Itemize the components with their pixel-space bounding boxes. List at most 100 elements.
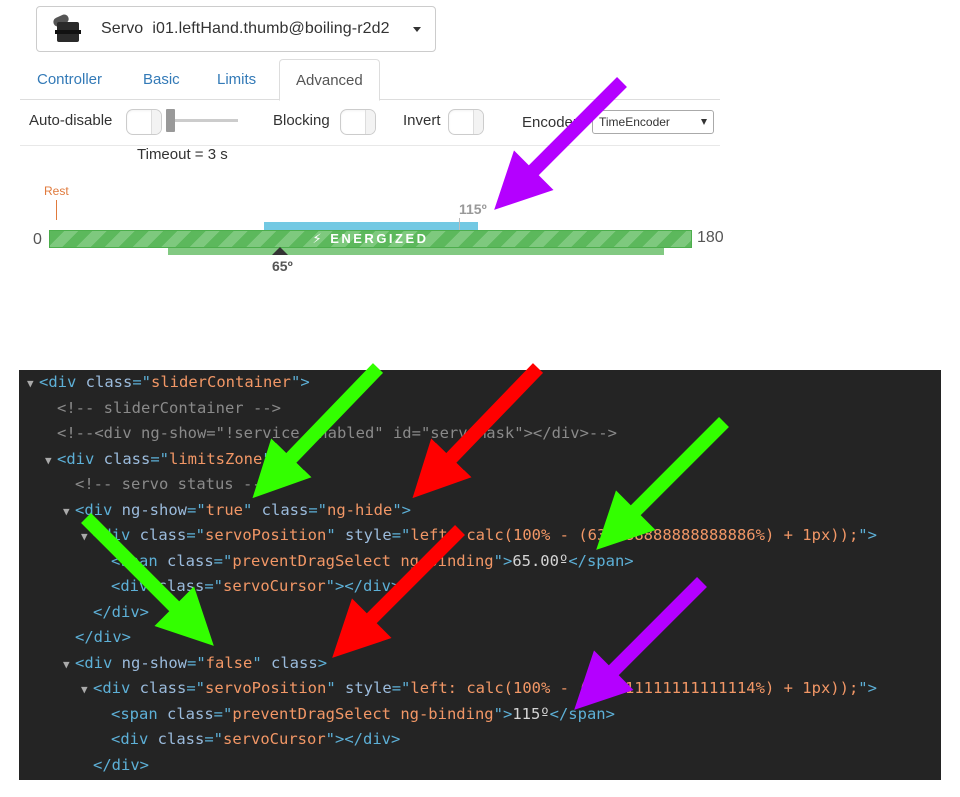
code-token: class bbox=[261, 500, 309, 519]
blocking-toggle[interactable] bbox=[340, 109, 376, 135]
code-token: <div bbox=[39, 373, 86, 391]
code-token: <div bbox=[93, 526, 140, 544]
tab-controller[interactable]: Controller bbox=[21, 59, 118, 100]
code-token: preventDragSelect ng-binding bbox=[232, 704, 494, 723]
code-token: preventDragSelect ng-binding bbox=[232, 551, 494, 570]
expand-triangle-icon[interactable]: ▼ bbox=[81, 677, 93, 702]
servo-position-slider[interactable]: Rest 115º 0 ⚡ ENERGIZED 180 65º bbox=[0, 180, 760, 280]
code-token: class bbox=[167, 704, 214, 723]
code-token: =" bbox=[391, 679, 411, 697]
code-token: class bbox=[103, 449, 151, 468]
code-line[interactable]: ▼ <div ng-show="true" class="ng-hide"> bbox=[63, 498, 411, 523]
code-token: <div bbox=[75, 653, 122, 672]
code-token: "> bbox=[392, 500, 412, 519]
chevron-down-icon bbox=[701, 119, 707, 125]
code-token: =" bbox=[213, 551, 233, 570]
code-token: servoCursor bbox=[223, 730, 326, 748]
expand-triangle-icon[interactable]: ▼ bbox=[63, 499, 75, 524]
tab-advanced[interactable]: Advanced bbox=[279, 59, 380, 101]
code-token: style bbox=[345, 679, 392, 697]
code-line[interactable]: <span class="preventDragSelect ng-bindin… bbox=[99, 702, 615, 727]
code-token: </div> bbox=[93, 602, 149, 621]
code-token: ng-show bbox=[121, 500, 187, 519]
code-token: class bbox=[85, 373, 133, 391]
expand-triangle-icon[interactable]: ▼ bbox=[27, 371, 39, 396]
code-line[interactable]: <!-- servo status --> bbox=[63, 472, 271, 497]
code-token: class bbox=[157, 577, 205, 595]
auto-disable-toggle[interactable] bbox=[126, 109, 162, 135]
code-line[interactable]: </div> bbox=[81, 753, 149, 778]
code-line[interactable]: <!-- sliderContainer --> bbox=[45, 396, 281, 421]
code-token: ng-hide bbox=[327, 500, 393, 519]
code-token: </span> bbox=[549, 704, 615, 723]
expand-triangle-icon[interactable]: ▼ bbox=[81, 524, 93, 549]
code-token: ng-show bbox=[121, 653, 187, 672]
servo-cursor[interactable] bbox=[272, 247, 288, 255]
timeout-slider[interactable] bbox=[166, 109, 238, 132]
timeout-text: Timeout = 3 s bbox=[137, 146, 228, 163]
code-token: class bbox=[167, 551, 214, 570]
auto-disable-label: Auto-disable bbox=[29, 112, 113, 129]
code-line[interactable]: ▼ <div class="limitsZone"> bbox=[45, 447, 281, 472]
code-token: sliderContainer bbox=[151, 373, 291, 391]
code-token: =" bbox=[187, 500, 206, 519]
energized-status: ⚡ ENERGIZED bbox=[312, 231, 429, 246]
invert-toggle[interactable] bbox=[448, 109, 484, 135]
code-line[interactable]: <span class="preventDragSelect ng-bindin… bbox=[99, 549, 634, 574]
servo-selector[interactable]: Servo i01.leftHand.thumb@boiling-r2d2 bbox=[36, 6, 436, 52]
code-token: </span> bbox=[568, 551, 634, 570]
min-limit-label: 0 bbox=[33, 231, 42, 248]
tab-basic[interactable]: Basic bbox=[127, 59, 196, 100]
code-token: </div> bbox=[93, 755, 149, 774]
code-line[interactable]: ▼ <div ng-show="false" class> bbox=[63, 651, 327, 676]
code-token: servoPosition bbox=[205, 679, 327, 697]
code-token: class bbox=[271, 653, 318, 672]
code-token: true bbox=[205, 500, 243, 519]
rest-label: Rest bbox=[44, 184, 69, 198]
code-token: false bbox=[205, 653, 253, 672]
code-token: =" bbox=[187, 653, 206, 672]
code-line[interactable]: </div> bbox=[63, 625, 131, 650]
code-line[interactable]: ▼ <div class="sliderContainer"> bbox=[27, 370, 310, 395]
code-line[interactable]: <div class="servoCursor"></div> bbox=[99, 574, 400, 599]
encoder-label: Encoder bbox=[522, 114, 578, 131]
code-token: " bbox=[243, 500, 262, 519]
code-token: <div bbox=[57, 449, 104, 468]
servo-name: Servo i01.leftHand.thumb@boiling-r2d2 bbox=[101, 20, 390, 37]
blocking-label: Blocking bbox=[273, 112, 330, 129]
expand-triangle-icon[interactable]: ▼ bbox=[63, 652, 75, 677]
code-token: =" bbox=[308, 500, 328, 519]
tab-bar: Controller Basic Limits Advanced bbox=[20, 59, 720, 101]
tab-limits[interactable]: Limits bbox=[201, 59, 272, 100]
code-token: "> bbox=[291, 373, 310, 391]
chevron-down-icon[interactable] bbox=[413, 27, 421, 32]
timeout-slider-handle[interactable] bbox=[166, 109, 175, 132]
code-token: left: calc(100% - (63.888888888888886%) … bbox=[410, 526, 859, 544]
slider-track[interactable]: ⚡ ENERGIZED bbox=[49, 230, 692, 248]
code-token: 65.00º bbox=[512, 551, 569, 570]
code-token: <div bbox=[93, 679, 140, 697]
code-token: "></div> bbox=[325, 730, 401, 748]
code-token: <div bbox=[111, 577, 158, 595]
code-line[interactable]: <!--<div ng-show="!service.enabled" id="… bbox=[45, 421, 617, 446]
code-token: "> bbox=[858, 679, 877, 697]
code-token: class bbox=[139, 526, 187, 544]
code-token: " bbox=[252, 653, 272, 672]
code-token: > bbox=[317, 653, 328, 672]
target-position-marker bbox=[459, 218, 460, 230]
code-line[interactable]: <div class="servoCursor"></div> bbox=[99, 727, 400, 752]
code-token: 115º bbox=[512, 704, 550, 723]
code-line[interactable]: </div> bbox=[81, 600, 149, 625]
code-token: "></div> bbox=[325, 577, 401, 595]
code-token: "> bbox=[858, 526, 877, 544]
code-token: limitsZone bbox=[169, 449, 263, 468]
encoder-select[interactable]: TimeEncoder bbox=[592, 110, 714, 134]
code-line[interactable]: ▼ <div class="servoPosition" style="left:… bbox=[81, 676, 877, 701]
code-line[interactable]: ▼ <div class="servoPosition" style="left:… bbox=[81, 523, 877, 548]
expand-triangle-icon[interactable]: ▼ bbox=[45, 448, 57, 473]
